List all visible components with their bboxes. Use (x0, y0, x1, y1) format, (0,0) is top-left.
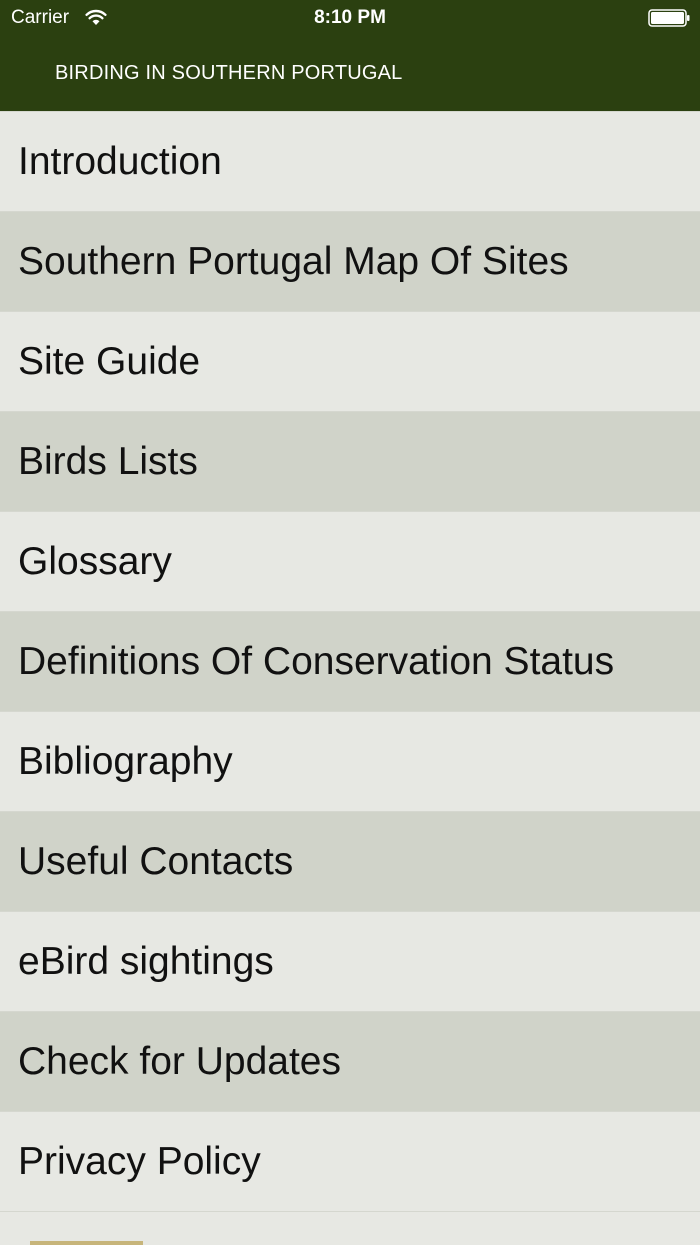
status-bar: Carrier 8:10 PM (0, 0, 700, 36)
menu-item-map-of-sites[interactable]: Southern Portugal Map Of Sites (0, 211, 700, 311)
menu-item-introduction[interactable]: Introduction (0, 111, 700, 211)
menu-item-birds-lists[interactable]: Birds Lists (0, 411, 700, 511)
menu-item-ebird-sightings[interactable]: eBird sightings (0, 911, 700, 1011)
bottom-accent-bar (30, 1241, 143, 1245)
bottom-partial-row (0, 1211, 700, 1245)
menu-item-useful-contacts[interactable]: Useful Contacts (0, 811, 700, 911)
battery-icon (648, 9, 690, 27)
menu-item-privacy-policy[interactable]: Privacy Policy (0, 1111, 700, 1211)
main-menu: Introduction Southern Portugal Map Of Si… (0, 111, 700, 1211)
menu-item-conservation-status[interactable]: Definitions Of Conservation Status (0, 611, 700, 711)
menu-item-site-guide[interactable]: Site Guide (0, 311, 700, 411)
status-time: 8:10 PM (314, 7, 386, 28)
menu-item-glossary[interactable]: Glossary (0, 511, 700, 611)
menu-item-check-updates[interactable]: Check for Updates (0, 1011, 700, 1111)
app-title: BIRDING IN SOUTHERN PORTUGAL (55, 62, 403, 84)
app-header: Carrier 8:10 PM BIRDING IN SOUTHERN PORT… (0, 0, 700, 111)
menu-item-bibliography[interactable]: Bibliography (0, 711, 700, 811)
